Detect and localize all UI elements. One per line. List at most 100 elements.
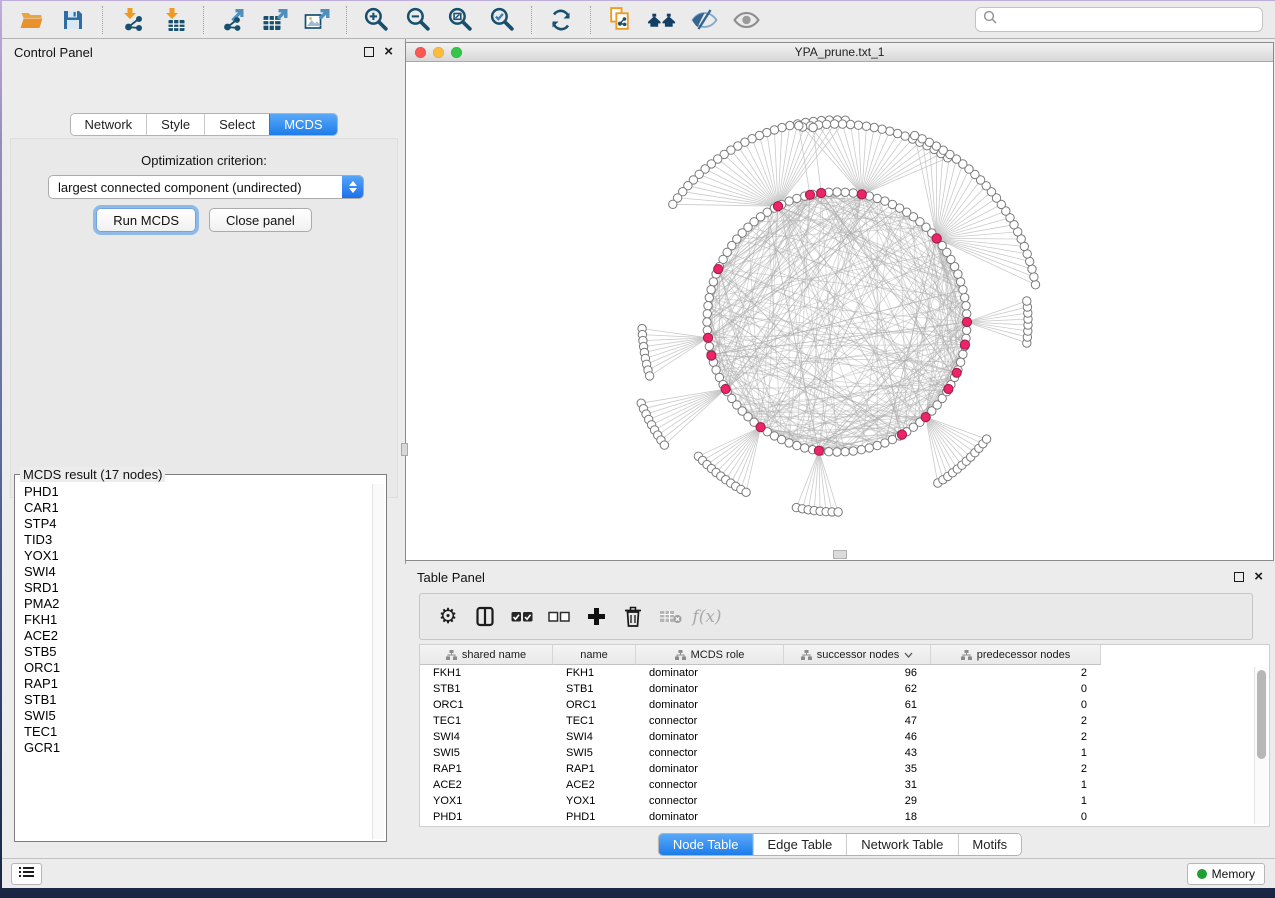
network-nodes[interactable] (637, 116, 1040, 516)
export-network-icon[interactable] (218, 6, 248, 34)
export-image-icon[interactable] (302, 6, 332, 34)
search-box[interactable] (975, 7, 1263, 32)
cell-successor-nodes: 61 (784, 697, 931, 713)
criterion-dropdown[interactable]: largest connected component (undirected) (48, 175, 364, 199)
table-row[interactable]: YOX1YOX1connector291 (420, 793, 1269, 809)
close-panel-icon[interactable]: × (384, 47, 393, 57)
tab-node-table[interactable]: Node Table (659, 834, 753, 855)
open-icon[interactable] (16, 6, 46, 34)
tab-network[interactable]: Network (70, 114, 146, 135)
column-header-successor-nodes[interactable]: successor nodes (784, 645, 931, 665)
export-table-icon[interactable] (260, 6, 290, 34)
import-table-icon[interactable] (159, 6, 189, 34)
mcds-result-item[interactable]: PMA2 (24, 596, 373, 612)
hide-selected-icon[interactable] (689, 6, 719, 34)
select-all-icon[interactable] (508, 602, 536, 632)
mcds-result-list[interactable]: PHD1CAR1STP4TID3YOX1SWI4SRD1PMA2FKH1ACE2… (15, 484, 373, 839)
mcds-result-item[interactable]: PHD1 (24, 484, 373, 500)
node-table: shared namenameMCDS rolesuccessor nodesp… (419, 644, 1270, 827)
table-row[interactable]: ORC1ORC1dominator610 (420, 697, 1269, 713)
window-maximize-icon[interactable] (451, 47, 462, 58)
mcds-result-item[interactable]: TID3 (24, 532, 373, 548)
table-row[interactable]: STB1STB1dominator620 (420, 681, 1269, 697)
network-window-titlebar[interactable]: YPA_prune.txt_1 (406, 43, 1273, 62)
close-panel-button[interactable]: Close panel (209, 208, 312, 232)
mcds-result-item[interactable]: CAR1 (24, 500, 373, 516)
columns-icon[interactable] (471, 602, 499, 632)
mcds-result-item[interactable]: STB1 (24, 692, 373, 708)
cell-MCDS-role: dominator (636, 665, 784, 681)
column-header-MCDS-role[interactable]: MCDS role (636, 645, 784, 665)
tab-style[interactable]: Style (146, 114, 204, 135)
tab-select[interactable]: Select (204, 114, 269, 135)
clone-network-icon[interactable] (605, 6, 635, 34)
mcds-result-item[interactable]: SWI5 (24, 708, 373, 724)
settings-icon[interactable]: ⚙ (434, 602, 462, 632)
window-close-icon[interactable] (415, 47, 426, 58)
table-scrollbar-thumb[interactable] (1257, 670, 1266, 759)
table-row[interactable]: FKH1FKH1dominator962 (420, 665, 1269, 681)
zoom-out-icon[interactable] (403, 6, 433, 34)
table-row[interactable]: RAP1RAP1dominator352 (420, 761, 1269, 777)
mcds-result-item[interactable]: GCR1 (24, 740, 373, 756)
float-table-panel-icon[interactable] (1234, 572, 1244, 582)
cell-name: PHD1 (553, 809, 636, 825)
tab-mcds[interactable]: MCDS (269, 114, 336, 135)
table-row[interactable]: SWI4SWI4dominator462 (420, 729, 1269, 745)
tab-motifs[interactable]: Motifs (957, 834, 1021, 855)
mcds-result-item[interactable]: STP4 (24, 516, 373, 532)
tab-edge-table[interactable]: Edge Table (752, 834, 846, 855)
close-table-panel-icon[interactable]: × (1254, 572, 1263, 582)
mcds-result-item[interactable]: ORC1 (24, 660, 373, 676)
vertical-splitter-handle[interactable] (401, 443, 408, 456)
mcds-result-item[interactable]: RAP1 (24, 676, 373, 692)
toolbar-separator (346, 6, 347, 34)
save-icon[interactable] (58, 6, 88, 34)
zoom-in-icon[interactable] (361, 6, 391, 34)
tab-network-table[interactable]: Network Table (846, 834, 957, 855)
table-scrollbar[interactable] (1254, 667, 1267, 824)
result-scrollbar[interactable] (372, 484, 384, 839)
search-input[interactable] (1002, 12, 1262, 27)
cell-predecessor-nodes: 2 (931, 761, 1101, 777)
task-history-button[interactable] (11, 863, 42, 885)
add-icon[interactable] (582, 602, 610, 632)
column-header-predecessor-nodes[interactable]: predecessor nodes (931, 645, 1101, 665)
memory-button[interactable]: Memory (1187, 863, 1265, 885)
column-header-shared-name[interactable]: shared name (420, 645, 553, 665)
mcds-result-item[interactable]: STB5 (24, 644, 373, 660)
run-mcds-button[interactable]: Run MCDS (96, 208, 196, 232)
mcds-result-item[interactable]: FKH1 (24, 612, 373, 628)
delete-icon[interactable] (619, 602, 647, 632)
horizontal-splitter-handle[interactable] (833, 550, 847, 559)
import-network-icon[interactable] (117, 6, 147, 34)
window-minimize-icon[interactable] (433, 47, 444, 58)
mcds-result-item[interactable]: YOX1 (24, 548, 373, 564)
first-neighbors-icon[interactable] (647, 6, 677, 34)
cell-predecessor-nodes: 2 (931, 665, 1101, 681)
delete-table-icon (656, 602, 684, 632)
table-panel-tabs: Node TableEdge TableNetwork TableMotifs (658, 833, 1022, 856)
table-row[interactable]: PHD1PHD1dominator180 (420, 809, 1269, 825)
zoom-fit-icon[interactable] (445, 6, 475, 34)
column-header-name[interactable]: name (553, 645, 636, 665)
show-all-icon[interactable] (731, 6, 761, 34)
network-canvas[interactable] (406, 62, 1273, 560)
cell-name: STB1 (553, 681, 636, 697)
cell-name: RAP1 (553, 761, 636, 777)
table-row[interactable]: SWI5SWI5connector431 (420, 745, 1269, 761)
table-panel-title: Table Panel (417, 570, 485, 585)
refresh-icon[interactable] (546, 6, 576, 34)
mcds-result-item[interactable]: ACE2 (24, 628, 373, 644)
cell-shared-name: FKH1 (420, 665, 553, 681)
deselect-all-icon[interactable] (545, 602, 573, 632)
mcds-result-item[interactable]: TEC1 (24, 724, 373, 740)
zoom-selected-icon[interactable] (487, 6, 517, 34)
table-row[interactable]: ACE2ACE2connector311 (420, 777, 1269, 793)
cell-name: FKH1 (553, 665, 636, 681)
mcds-result-item[interactable]: SWI4 (24, 564, 373, 580)
mcds-result-item[interactable]: SRD1 (24, 580, 373, 596)
float-panel-icon[interactable] (364, 47, 374, 57)
network-window-title: YPA_prune.txt_1 (795, 45, 885, 59)
table-row[interactable]: TEC1TEC1connector472 (420, 713, 1269, 729)
